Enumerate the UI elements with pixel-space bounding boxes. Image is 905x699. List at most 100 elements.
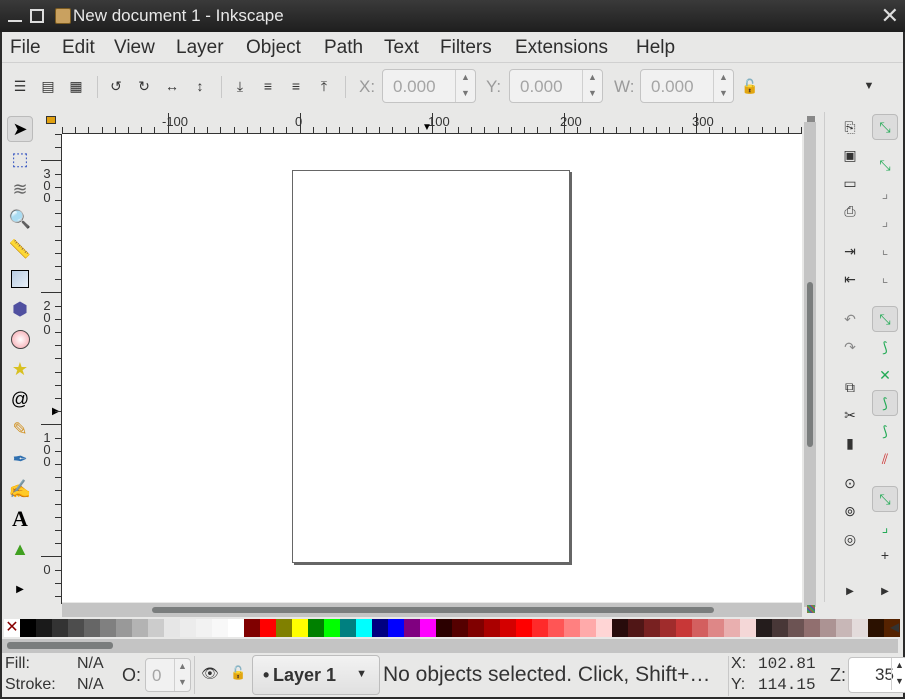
color-swatch[interactable] xyxy=(356,619,372,637)
color-swatch[interactable] xyxy=(132,619,148,637)
color-swatch[interactable] xyxy=(116,619,132,637)
y-stepper[interactable]: ▲ ▼ xyxy=(582,70,602,102)
save-icon[interactable]: ▭ xyxy=(837,170,863,196)
undo-icon[interactable]: ↶ xyxy=(837,306,863,332)
color-swatch[interactable] xyxy=(772,619,788,637)
snap-intersections-icon[interactable]: ✕ xyxy=(872,362,898,388)
vertical-scrollbar[interactable] xyxy=(804,122,816,607)
color-swatch[interactable] xyxy=(484,619,500,637)
menu-view[interactable]: View xyxy=(114,37,155,59)
color-swatch[interactable] xyxy=(420,619,436,637)
deselect-icon[interactable]: ▦ xyxy=(65,75,87,97)
selector-tool-icon[interactable]: ➤ xyxy=(7,116,33,142)
color-swatch[interactable] xyxy=(212,619,228,637)
calligraphy-tool-icon[interactable]: ✍ xyxy=(7,476,33,502)
pen-tool-icon[interactable]: ✒ xyxy=(7,446,33,472)
3d-box-tool-icon[interactable]: ⬢ xyxy=(7,296,33,322)
color-swatch[interactable] xyxy=(516,619,532,637)
redo-icon[interactable]: ↷ xyxy=(837,334,863,360)
menu-edit[interactable]: Edit xyxy=(62,37,95,59)
color-swatch[interactable] xyxy=(836,619,852,637)
color-swatch[interactable] xyxy=(196,619,212,637)
duplicate-icon[interactable]: ⧉ xyxy=(837,374,863,400)
select-all-layers-icon[interactable]: ▤ xyxy=(37,75,59,97)
select-all-icon[interactable]: ☰ xyxy=(9,75,31,97)
color-swatch[interactable] xyxy=(308,619,324,637)
measure-tool-icon[interactable]: 📏 xyxy=(7,236,33,262)
vertical-ruler[interactable]: 300 200 100 0 ▶ xyxy=(41,134,62,604)
fill-value[interactable]: N/A xyxy=(77,655,104,673)
scrollbar-thumb[interactable] xyxy=(152,607,714,613)
rotate-ccw-icon[interactable]: ↺ xyxy=(105,75,127,97)
color-swatch[interactable] xyxy=(580,619,596,637)
opacity-stepper[interactable]: ▲ ▼ xyxy=(174,659,190,691)
import-icon[interactable]: ⇥ xyxy=(837,238,863,264)
layer-lock-icon[interactable]: 🔓 xyxy=(230,665,246,681)
snap-smooth-nodes-icon[interactable]: ⟆ xyxy=(872,418,898,444)
menu-help[interactable]: Help xyxy=(636,37,675,59)
color-swatch[interactable] xyxy=(404,619,420,637)
w-field[interactable]: 0.000 ▲ ▼ xyxy=(640,69,734,103)
color-swatch[interactable] xyxy=(452,619,468,637)
rectangle-tool-icon[interactable] xyxy=(7,266,33,292)
raise-icon[interactable]: ≡ xyxy=(285,75,307,97)
zoom-field[interactable]: 35 ▲ ▼ xyxy=(848,657,905,693)
paste-icon[interactable]: ▮ xyxy=(837,430,863,456)
flip-horizontal-icon[interactable]: ↔ xyxy=(161,75,183,97)
x-stepper[interactable]: ▲ ▼ xyxy=(455,70,475,102)
color-swatch[interactable] xyxy=(468,619,484,637)
snap-centers-icon[interactable]: ⌟ xyxy=(872,514,898,540)
color-swatch[interactable] xyxy=(596,619,612,637)
color-swatch[interactable] xyxy=(820,619,836,637)
layer-dropdown[interactable]: • Layer 1 ▼ xyxy=(252,655,380,695)
opacity-field[interactable]: 0 ▲ ▼ xyxy=(145,658,191,692)
snap-midpoints-icon[interactable]: ⫽ xyxy=(872,446,898,472)
zoom-page-icon[interactable]: ◎ xyxy=(837,526,863,552)
ellipse-tool-icon[interactable] xyxy=(7,326,33,352)
zoom-tool-icon[interactable]: 🔍 xyxy=(7,206,33,232)
node-tool-icon[interactable]: ⬚ xyxy=(7,146,33,172)
color-swatch[interactable] xyxy=(548,619,564,637)
color-swatch[interactable] xyxy=(868,619,884,637)
color-swatch[interactable] xyxy=(292,619,308,637)
color-swatch[interactable] xyxy=(644,619,660,637)
scrollbar-thumb[interactable] xyxy=(7,642,113,649)
stroke-value[interactable]: N/A xyxy=(77,676,104,694)
color-swatch[interactable] xyxy=(164,619,180,637)
menu-object[interactable]: Object xyxy=(246,37,301,59)
menu-file[interactable]: File xyxy=(10,37,41,59)
zoom-stepper[interactable]: ▲ ▼ xyxy=(891,658,905,690)
raise-to-top-icon[interactable]: ⤒ xyxy=(313,75,335,97)
snap-bbox-icon[interactable]: ⤡ xyxy=(872,152,898,178)
drawing-canvas[interactable] xyxy=(62,134,802,602)
minimize-button[interactable] xyxy=(8,20,22,22)
color-swatch[interactable] xyxy=(660,619,676,637)
color-swatch[interactable] xyxy=(340,619,356,637)
flip-vertical-icon[interactable]: ↕ xyxy=(189,75,211,97)
color-swatch[interactable] xyxy=(708,619,724,637)
snap-enable-icon[interactable]: ⤡ xyxy=(872,114,898,140)
sticky-zoom-icon[interactable] xyxy=(807,116,815,122)
color-swatch[interactable] xyxy=(804,619,820,637)
layer-visibility-icon[interactable]: 👁 xyxy=(201,665,219,682)
menu-text[interactable]: Text xyxy=(384,37,419,59)
lock-icon[interactable]: 🔓 xyxy=(739,75,761,97)
tweak-tool-icon[interactable]: ≋ xyxy=(7,176,33,202)
ruler-lock-icon[interactable] xyxy=(46,116,56,124)
zoom-drawing-icon[interactable]: ⊚ xyxy=(837,498,863,524)
color-swatch[interactable] xyxy=(612,619,628,637)
color-swatch[interactable] xyxy=(436,619,452,637)
snap-others-icon[interactable]: ⤡ xyxy=(872,486,898,512)
cut-icon[interactable]: ✂ xyxy=(837,402,863,428)
palette-scrollbar[interactable] xyxy=(2,639,898,653)
print-icon[interactable]: ⎙ xyxy=(837,198,863,224)
color-swatch[interactable] xyxy=(84,619,100,637)
toolbar-overflow-icon[interactable]: ▼ xyxy=(858,75,880,97)
color-swatch[interactable] xyxy=(100,619,116,637)
spiral-tool-icon[interactable]: @ xyxy=(7,386,33,412)
maximize-button[interactable] xyxy=(30,9,44,23)
color-swatch[interactable] xyxy=(36,619,52,637)
color-swatch[interactable] xyxy=(388,619,404,637)
color-swatch[interactable] xyxy=(628,619,644,637)
menu-filters[interactable]: Filters xyxy=(440,37,492,59)
